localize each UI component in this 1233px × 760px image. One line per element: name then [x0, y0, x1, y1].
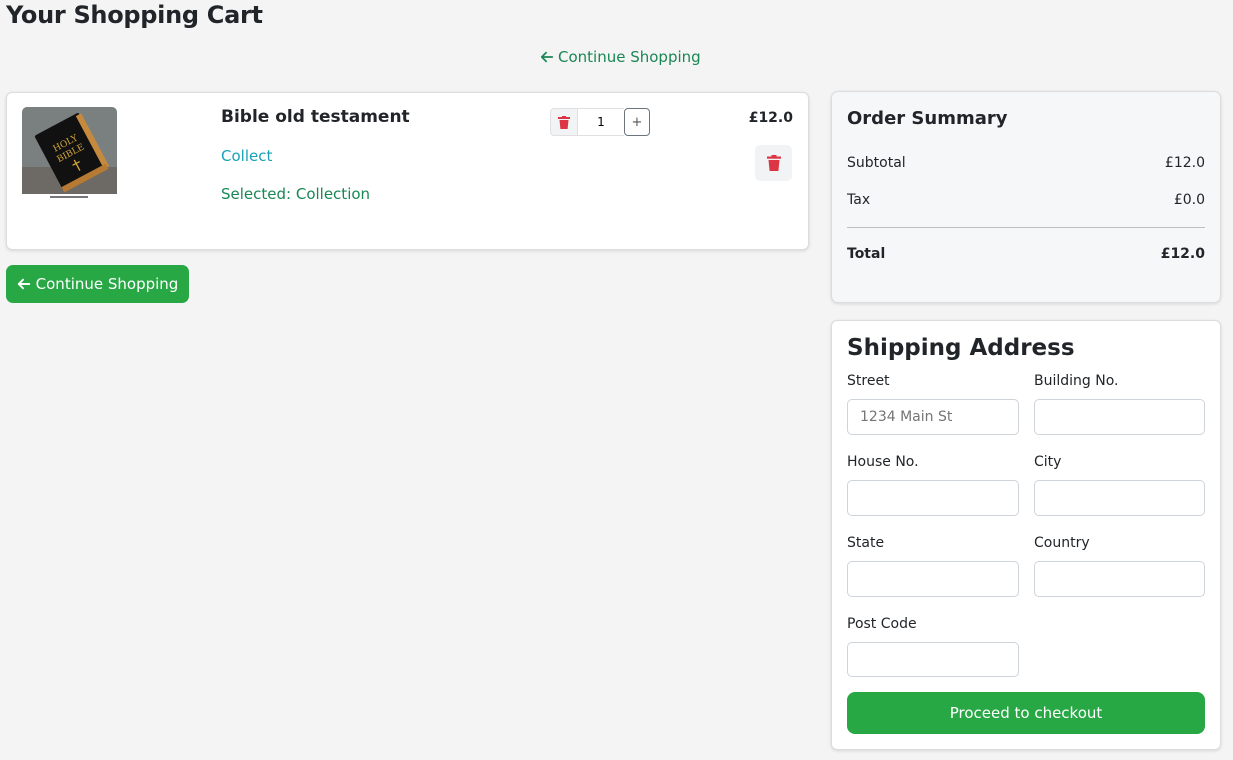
- selected-delivery-text: Selected: Collection: [221, 185, 371, 203]
- shipping-address-title: Shipping Address: [847, 335, 1075, 361]
- shipping-address-card: Shipping Address Street Building No. Hou…: [831, 320, 1221, 750]
- cart-item-card: HOLY BIBLE Bible old testament Collect S…: [6, 92, 809, 250]
- post-code-input[interactable]: [847, 642, 1019, 677]
- item-price: £12.0: [748, 110, 793, 126]
- increase-quantity-button[interactable]: +: [624, 108, 650, 136]
- subtotal-row: Subtotal £12.0: [847, 155, 1205, 171]
- total-row: Total £12.0: [847, 246, 1205, 262]
- quantity-stepper: +: [550, 108, 650, 136]
- total-label: Total: [847, 246, 886, 262]
- house-no-input[interactable]: [847, 480, 1019, 516]
- continue-shopping-button-label: Continue Shopping: [35, 275, 179, 293]
- country-label: Country: [1034, 535, 1090, 551]
- tax-value: £0.0: [1173, 192, 1205, 208]
- country-input[interactable]: [1034, 561, 1205, 597]
- street-input[interactable]: [847, 399, 1019, 435]
- post-code-label: Post Code: [847, 616, 917, 632]
- state-label: State: [847, 535, 885, 551]
- state-input[interactable]: [847, 561, 1019, 597]
- trash-icon: [558, 115, 570, 129]
- order-summary-card: Order Summary Subtotal £12.0 Tax £0.0 To…: [831, 91, 1221, 303]
- total-value: £12.0: [1160, 246, 1205, 262]
- collect-option-link[interactable]: Collect: [221, 147, 272, 165]
- street-label: Street: [847, 373, 890, 389]
- subtotal-value: £12.0: [1164, 155, 1205, 171]
- trash-icon: [766, 155, 781, 171]
- order-summary-title: Order Summary: [847, 108, 1008, 129]
- building-no-label: Building No.: [1034, 373, 1119, 389]
- subtotal-label: Subtotal: [847, 155, 906, 171]
- house-no-label: House No.: [847, 454, 919, 470]
- building-no-input[interactable]: [1034, 399, 1205, 435]
- bible-book-image: HOLY BIBLE: [22, 107, 117, 202]
- summary-divider: [847, 227, 1205, 228]
- remove-item-button[interactable]: [755, 145, 792, 181]
- continue-shopping-button[interactable]: Continue Shopping: [6, 265, 189, 303]
- continue-shopping-link[interactable]: Continue Shopping: [540, 48, 701, 66]
- proceed-to-checkout-button[interactable]: Proceed to checkout: [847, 692, 1205, 734]
- product-name: Bible old testament: [221, 107, 410, 127]
- tax-label: Tax: [847, 192, 871, 208]
- continue-shopping-link-label: Continue Shopping: [558, 48, 701, 66]
- arrow-left-icon: [17, 278, 30, 290]
- city-label: City: [1034, 454, 1062, 470]
- page-title: Your Shopping Cart: [6, 1, 263, 29]
- tax-row: Tax £0.0: [847, 192, 1205, 208]
- city-input[interactable]: [1034, 480, 1205, 516]
- quantity-input[interactable]: [578, 108, 624, 136]
- arrow-left-icon: [540, 51, 554, 63]
- decrease-quantity-button[interactable]: [550, 108, 578, 136]
